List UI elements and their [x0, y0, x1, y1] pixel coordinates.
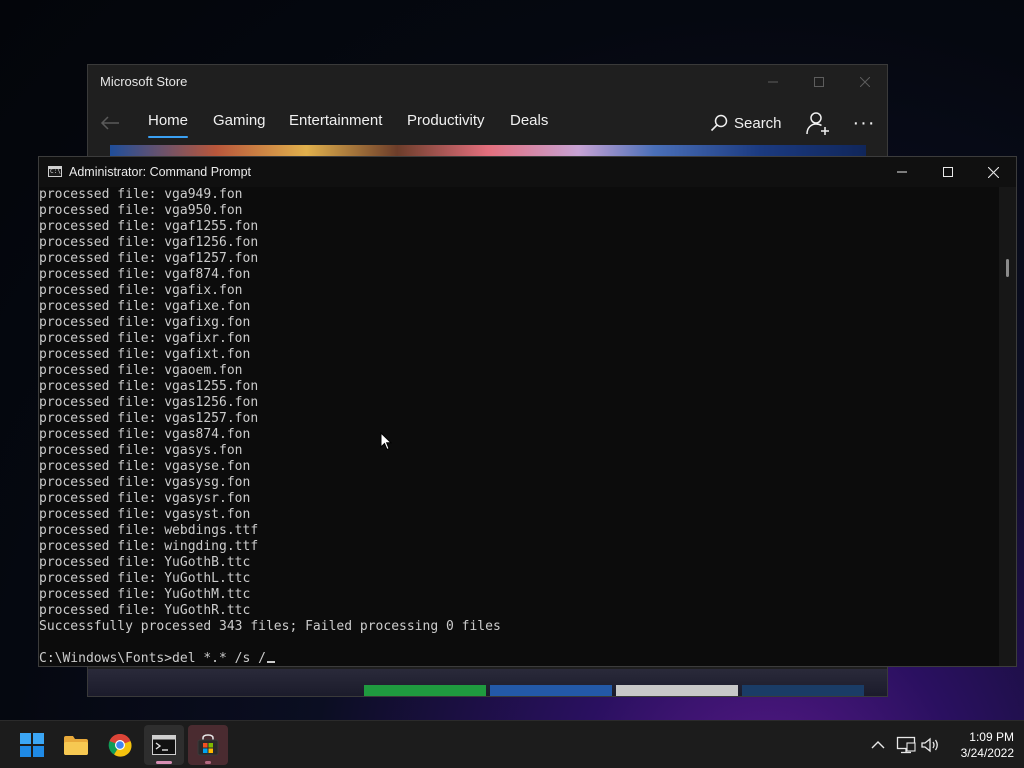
tab-home[interactable]: Home	[148, 112, 189, 138]
console-line: processed file: vgasyse.fon	[39, 459, 251, 474]
back-button[interactable]	[96, 109, 124, 137]
file-explorer-button[interactable]	[56, 725, 96, 765]
volume-icon	[921, 737, 938, 753]
console-line: processed file: YuGothM.ttc	[39, 587, 251, 602]
start-button[interactable]	[12, 725, 52, 765]
console-line: processed file: vgasysg.fon	[39, 475, 251, 490]
store-tile[interactable]	[616, 685, 738, 696]
text-cursor	[266, 661, 275, 663]
console-line: processed file: vga950.fon	[39, 203, 243, 218]
cmd-close-button[interactable]	[970, 157, 1016, 187]
command-input[interactable]: C:\Windows\Fonts>del *.* /s /	[39, 651, 266, 666]
clock-time: 1:09 PM	[969, 730, 1014, 744]
console-line: processed file: vgaf1256.fon	[39, 235, 259, 250]
search-icon	[710, 114, 728, 132]
chrome-button[interactable]	[100, 725, 140, 765]
console-line: processed file: vgas1256.fon	[39, 395, 259, 410]
add-user-icon	[806, 112, 829, 135]
search-label: Search	[734, 114, 782, 132]
tab-productivity[interactable]: Productivity	[407, 112, 485, 129]
command-prompt-window[interactable]: C:\ Administrator: Command Prompt proces…	[38, 156, 1017, 667]
store-window-title: Microsoft Store	[100, 74, 188, 89]
system-clock[interactable]: 1:09 PM 3/24/2022	[948, 729, 1014, 761]
maximize-icon	[943, 167, 953, 177]
store-titlebar[interactable]: Microsoft Store	[88, 65, 887, 99]
tab-deals[interactable]: Deals	[510, 112, 548, 129]
console-line: processed file: YuGothR.ttc	[39, 603, 251, 618]
console-line: processed file: vgas1255.fon	[39, 379, 259, 394]
cmd-titlebar[interactable]: C:\ Administrator: Command Prompt	[39, 157, 1016, 187]
console-line: processed file: webdings.ttf	[39, 523, 259, 538]
clock-date: 3/24/2022	[960, 746, 1014, 760]
close-icon	[860, 77, 870, 87]
network-button[interactable]	[896, 735, 916, 755]
maximize-icon	[814, 77, 824, 87]
store-tile[interactable]	[742, 685, 864, 696]
cmd-console-output[interactable]: processed file: vga949.fon processed fil…	[39, 187, 999, 667]
console-prompt-line[interactable]: C:\Windows\Fonts>del *.* /s /	[39, 651, 275, 667]
command-prompt-taskbar-button[interactable]	[144, 725, 184, 765]
minimize-icon	[768, 81, 778, 83]
console-line: processed file: vgasyst.fon	[39, 507, 251, 522]
store-tile[interactable]	[364, 685, 486, 696]
console-line: processed file: vgafixg.fon	[39, 315, 251, 330]
console-line: processed file: vgaoem.fon	[39, 363, 243, 378]
console-line: processed file: vgaf1255.fon	[39, 219, 259, 234]
start-icon	[20, 733, 44, 757]
running-app-indicator	[205, 761, 211, 764]
minimize-icon	[897, 171, 907, 173]
cmd-window-title: Administrator: Command Prompt	[69, 165, 252, 179]
console-line: processed file: wingding.ttf	[39, 539, 259, 554]
mouse-pointer-icon	[380, 432, 392, 451]
back-arrow-icon	[100, 116, 119, 130]
store-maximize-button[interactable]	[796, 65, 842, 99]
scrollbar-thumb[interactable]	[1006, 259, 1009, 277]
account-button[interactable]	[804, 109, 832, 137]
chevron-up-icon	[871, 741, 885, 749]
terminal-icon	[152, 735, 176, 755]
store-navigation: Home Gaming Entertainment Productivity D…	[88, 99, 887, 147]
network-icon	[896, 736, 916, 754]
show-hidden-icons-button[interactable]	[868, 735, 888, 755]
store-icon	[197, 734, 219, 756]
volume-button[interactable]	[920, 735, 940, 755]
console-line: processed file: vgafixt.fon	[39, 347, 251, 362]
store-tile[interactable]	[490, 685, 612, 696]
file-explorer-icon	[64, 736, 88, 755]
tab-gaming[interactable]: Gaming	[213, 112, 266, 129]
microsoft-store-taskbar-button[interactable]	[188, 725, 228, 765]
close-icon	[987, 166, 999, 178]
console-summary-line: Successfully processed 343 files; Failed…	[39, 619, 501, 634]
console-line: processed file: vgaf874.fon	[39, 267, 251, 282]
console-line: processed file: vga949.fon	[39, 187, 243, 202]
more-options-button[interactable]: ···	[850, 109, 878, 137]
console-line: processed file: YuGothB.ttc	[39, 555, 251, 570]
store-close-button[interactable]	[842, 65, 887, 99]
store-minimize-button[interactable]	[750, 65, 796, 99]
console-line: processed file: vgas874.fon	[39, 427, 251, 442]
cmd-scrollbar[interactable]	[999, 187, 1016, 666]
cmd-minimize-button[interactable]	[879, 157, 925, 187]
tab-entertainment[interactable]: Entertainment	[289, 112, 382, 129]
console-line: processed file: vgafixr.fon	[39, 331, 251, 346]
taskbar: 1:09 PM 3/24/2022	[0, 720, 1024, 768]
cmd-app-icon: C:\	[48, 166, 62, 177]
console-line: processed file: vgafixe.fon	[39, 299, 251, 314]
active-app-indicator	[156, 761, 172, 764]
console-line: processed file: vgasys.fon	[39, 443, 243, 458]
chrome-icon	[108, 733, 132, 757]
console-line: processed file: vgaf1257.fon	[39, 251, 259, 266]
store-search-button[interactable]: Search	[710, 109, 782, 137]
console-line: processed file: vgasysr.fon	[39, 491, 251, 506]
cmd-maximize-button[interactable]	[925, 157, 971, 187]
console-line: processed file: vgas1257.fon	[39, 411, 259, 426]
console-line: processed file: YuGothL.ttc	[39, 571, 251, 586]
console-line: processed file: vgafix.fon	[39, 283, 243, 298]
